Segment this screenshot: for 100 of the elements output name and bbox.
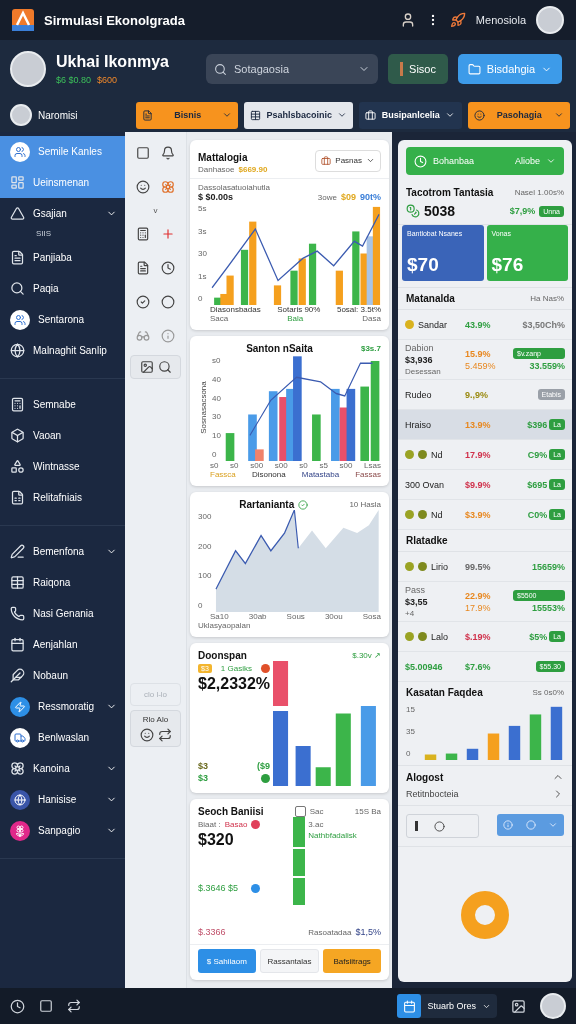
sidebar-item[interactable]: Vaoan (0, 420, 125, 451)
section-title: Rlatadke (406, 535, 449, 546)
action-button[interactable]: Rassantalas (259, 949, 320, 973)
accordion-item[interactable]: Retitnbocteia (406, 788, 564, 801)
axis-tick: 15 (406, 705, 415, 714)
row-note: +4 (405, 609, 416, 618)
legend-label: Disonona (251, 470, 286, 479)
check-circle-icon[interactable] (135, 295, 150, 309)
flower-icon[interactable] (161, 180, 176, 194)
bar (508, 725, 521, 761)
sidebar-item[interactable]: Panjiaba (0, 242, 125, 273)
status-dot (251, 883, 261, 893)
sidebar-item[interactable]: Hanisise (0, 784, 125, 815)
avatar[interactable] (540, 993, 566, 1019)
avatar[interactable] (536, 6, 564, 34)
table-row[interactable]: Lirio 99.5% 15659% (398, 552, 572, 582)
checkbox[interactable] (294, 806, 306, 817)
axis-title: Sosnasacsona (199, 381, 208, 434)
search-icon[interactable] (157, 360, 172, 374)
sidebar-item[interactable]: Benlwaslan (0, 722, 125, 753)
search-field[interactable]: Sotagaosia (206, 54, 378, 84)
sidebar-item[interactable]: Kanoina (0, 753, 125, 784)
axis-tick: 200 (198, 541, 212, 551)
category-dropdown[interactable]: Pasohagia (467, 101, 570, 129)
row-label: Lalo (431, 631, 448, 642)
smile-icon[interactable] (135, 180, 150, 194)
section-title: Matanalda (406, 293, 455, 304)
sidebar-item[interactable]: Bemenfona (0, 536, 125, 567)
square-icon[interactable] (135, 146, 150, 160)
axis-tick: 35 (406, 727, 415, 737)
axis-label: Sous (286, 612, 305, 621)
globe-icon (10, 343, 25, 358)
axis-label: s00 (274, 461, 288, 470)
value-text: C0% (527, 509, 548, 520)
bar-segment (293, 849, 306, 876)
calculator-icon[interactable] (135, 227, 150, 241)
action-button[interactable]: Bafsiitrags (323, 949, 381, 973)
chevron-down-icon (366, 156, 375, 165)
sidebar-item[interactable]: Sentarona (0, 304, 125, 335)
sidebar-item[interactable]: Aenjahlan (0, 629, 125, 660)
sidebar-item[interactable]: Nasi Genania (0, 598, 125, 629)
calendar-icon (10, 637, 25, 652)
sidebar-item[interactable]: Wintnasse (0, 451, 125, 482)
legend-label: Matastaba (301, 470, 340, 479)
note-right: 3.ac (308, 820, 325, 829)
profile-stat: $6 $0.80 (56, 75, 92, 85)
input-field[interactable] (406, 814, 479, 839)
repeat-icon[interactable] (67, 999, 81, 1013)
change-text: $7,9% (509, 206, 536, 216)
bar (466, 748, 479, 761)
smile-icon[interactable] (139, 728, 154, 742)
bar (550, 706, 563, 761)
sidebar-item[interactable]: Paqia (0, 273, 125, 304)
accordion-header[interactable]: Alogost (406, 771, 564, 784)
value-text: $695 (527, 479, 548, 490)
app-title: Sirmulasi Ekonolgrada (44, 12, 186, 28)
image-icon[interactable] (139, 360, 154, 374)
taskbar-button[interactable]: Stuarb Ores (397, 994, 497, 1018)
sidebar-item[interactable]: Malnaghit Sanlip (0, 335, 125, 366)
percent-text: $3.9% (465, 509, 492, 520)
circle-icon[interactable] (161, 295, 176, 309)
row-label: Nd (431, 509, 443, 520)
sidebar-item[interactable]: Gsajian (0, 198, 125, 229)
category-dropdown[interactable]: Psahlsbacoinic (244, 101, 353, 129)
coins-icon (406, 204, 420, 218)
axis-label: s00 (339, 461, 353, 470)
axis-label: 30ou (324, 612, 343, 621)
sidebar-item[interactable]: Raiqona (0, 567, 125, 598)
row-label: Sandar (418, 319, 448, 330)
table-row[interactable]: Sandar 43.9% $3,50Ch% (398, 310, 572, 340)
category-dropdown[interactable]: Bisnis (136, 101, 239, 129)
caret-text: v (152, 206, 159, 215)
select-control[interactable] (497, 814, 564, 837)
row-label: Dabion (405, 343, 434, 353)
card-subtitle-value: $669.90 (238, 165, 268, 174)
percent-text: 13.9% (465, 419, 492, 430)
sidebar-item[interactable]: Sanpagio (0, 815, 125, 846)
bar (529, 714, 542, 761)
box-icon (10, 428, 25, 443)
bar (225, 433, 235, 461)
section-meta: Ss 0s0% (532, 688, 564, 697)
sidebar-item[interactable]: Ressmoratig (0, 691, 125, 722)
summary-value: $320 (198, 831, 235, 849)
bar-percent: $1,5% (355, 927, 381, 937)
search-icon (10, 281, 25, 296)
repeat-icon[interactable] (157, 728, 172, 742)
row-label: Hraiso (405, 419, 432, 430)
header-button[interactable]: Sisoc (388, 54, 448, 84)
sidebar-item[interactable]: Semnabe (0, 389, 125, 420)
rocket-icon[interactable] (449, 12, 466, 28)
sidebar-item[interactable]: Nobaun (0, 660, 125, 691)
bell-icon[interactable] (161, 146, 176, 160)
document-icon[interactable] (135, 261, 150, 275)
status-dot (261, 664, 271, 673)
user-name: Naromisi (38, 109, 79, 121)
period-dropdown[interactable]: Pasnas (315, 149, 381, 172)
clock-icon[interactable] (161, 261, 176, 275)
sidebar-item[interactable]: Relitafniais (0, 482, 125, 513)
axis-label: s0 (210, 461, 219, 470)
category-dropdown[interactable]: Busipanlcelia (359, 101, 462, 129)
